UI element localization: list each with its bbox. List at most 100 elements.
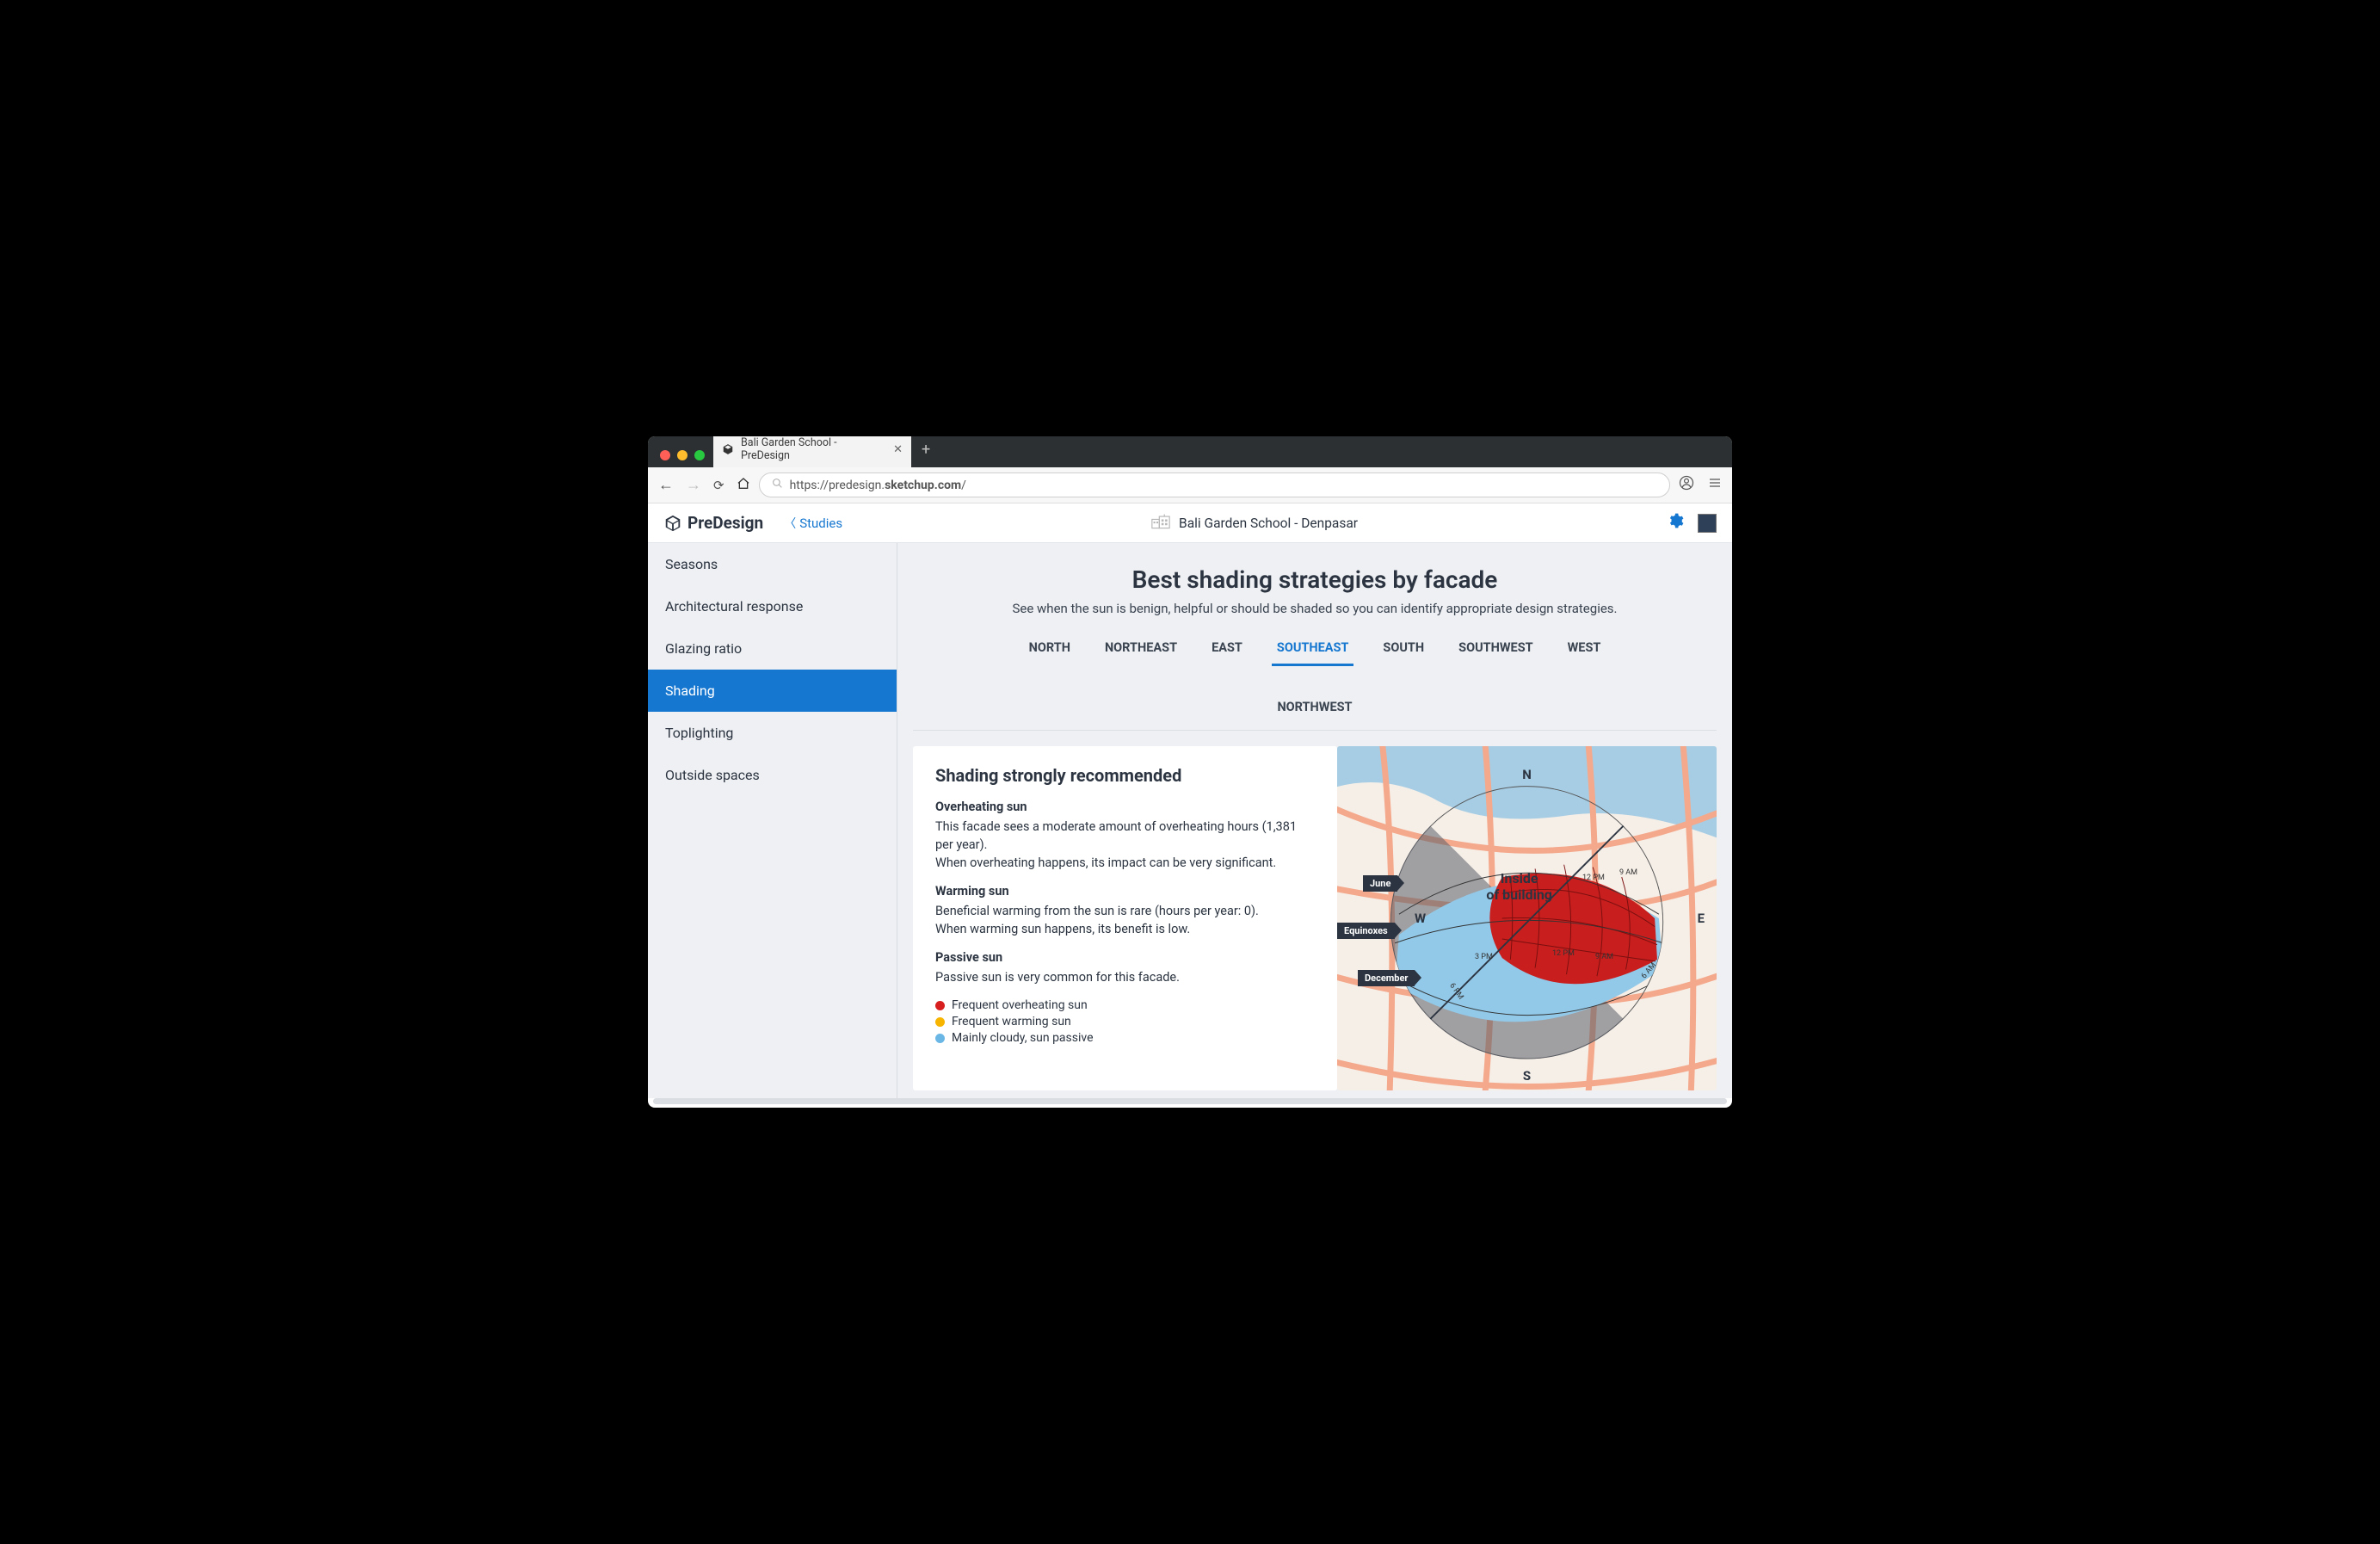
legend-label: Mainly cloudy, sun passive [952, 1031, 1094, 1045]
horizontal-scrollbar[interactable] [653, 1098, 1727, 1104]
overheating-line1: This facade sees a moderate amount of ov… [935, 818, 1315, 854]
sidebar-item-label: Seasons [665, 556, 718, 572]
sidebar-item-label: Toplighting [665, 725, 733, 741]
facade-tab-label: NORTH [1029, 640, 1070, 655]
predesign-logo-icon [663, 514, 682, 533]
section-overheating: Overheating sun This facade sees a moder… [935, 800, 1315, 872]
search-icon [772, 478, 783, 492]
sidebar-item-architectural-response[interactable]: Architectural response [648, 585, 897, 627]
app-logo[interactable]: PreDesign [663, 513, 763, 533]
new-tab-button[interactable]: + [911, 441, 940, 464]
facade-tab-northwest[interactable]: NORTHWEST [913, 700, 1717, 725]
predesign-favicon-icon [722, 443, 734, 455]
legend-item-warming: Frequent warming sun [935, 1015, 1315, 1028]
legend-dot-blue [935, 1034, 945, 1043]
forward-button[interactable]: → [686, 476, 701, 494]
back-button[interactable]: ← [658, 476, 674, 494]
passive-title: Passive sun [935, 950, 1315, 965]
sidebar-item-label: Glazing ratio [665, 640, 742, 657]
facade-tab-label: SOUTHEAST [1277, 640, 1349, 655]
legend: Frequent overheating sun Frequent warmin… [935, 998, 1315, 1045]
content-row: Shading strongly recommended Overheating… [897, 731, 1732, 1098]
passive-line1: Passive sun is very common for this faca… [935, 968, 1315, 986]
inside-of-building-label: Inside of building [1486, 870, 1552, 903]
address-bar-url: https://predesign.sketchup.com/ [790, 479, 966, 492]
browser-tab[interactable]: Bali Garden School - PreDesign ✕ [713, 436, 911, 467]
page-subtitle: See when the sun is benign, helpful or s… [915, 601, 1715, 616]
time-label: 12 PM [1582, 874, 1605, 882]
legend-item-overheating: Frequent overheating sun [935, 998, 1315, 1012]
browser-tab-strip: Bali Garden School - PreDesign ✕ + [648, 436, 1732, 467]
sidebar-item-label: Shading [665, 682, 715, 699]
gear-icon [1667, 512, 1684, 529]
section-passive: Passive sun Passive sun is very common f… [935, 950, 1315, 986]
window-close-button[interactable] [660, 450, 670, 460]
warming-title: Warming sun [935, 884, 1315, 899]
legend-label: Frequent warming sun [952, 1015, 1071, 1028]
facade-tab-north[interactable]: NORTH [1029, 640, 1070, 665]
inside-line2: of building [1486, 886, 1552, 903]
address-bar[interactable]: https://predesign.sketchup.com/ [759, 472, 1670, 497]
home-icon [737, 477, 750, 491]
window-minimize-button[interactable] [677, 450, 687, 460]
tag-equinoxes: Equinoxes [1337, 923, 1395, 939]
facade-tab-label: SOUTH [1383, 640, 1424, 655]
facade-tab-southeast[interactable]: SOUTHEAST [1277, 640, 1349, 665]
facade-tab-south[interactable]: SOUTH [1383, 640, 1424, 665]
time-label: 3 PM [1475, 953, 1493, 961]
settings-button[interactable] [1667, 512, 1684, 534]
facade-tab-label: SOUTHWEST [1458, 640, 1532, 655]
legend-dot-yellow [935, 1017, 945, 1027]
product-name: PreDesign [687, 513, 763, 533]
info-panel: Shading strongly recommended Overheating… [913, 746, 1337, 1090]
time-label: 9 AM [1619, 868, 1637, 877]
warming-line2: When warming sun happens, its benefit is… [935, 920, 1315, 938]
user-avatar[interactable] [1698, 514, 1717, 533]
facade-tab-label: NORTHEAST [1105, 640, 1177, 655]
project-name: Bali Garden School - Denpasar [853, 513, 1656, 534]
legend-dot-red [935, 1001, 945, 1010]
sidebar-item-toplighting[interactable]: Toplighting [648, 712, 897, 754]
facade-tab-label: WEST [1568, 640, 1601, 655]
page-heading: Best shading strategies by facade See wh… [897, 543, 1732, 625]
sidebar-item-outside-spaces[interactable]: Outside spaces [648, 754, 897, 796]
back-to-studies-link[interactable]: 〈 Studies [784, 515, 842, 532]
browser-tab-title: Bali Garden School - PreDesign [741, 436, 883, 462]
browser-toolbar: ← → ⟳ https://predesign.sketchup.com/ [648, 467, 1732, 503]
sidebar-item-label: Outside spaces [665, 767, 760, 783]
sidebar: Seasons Architectural response Glazing r… [648, 543, 897, 1098]
inside-line1: Inside [1501, 870, 1538, 886]
warming-line1: Beneficial warming from the sun is rare … [935, 902, 1315, 920]
reload-button[interactable]: ⟳ [713, 478, 724, 493]
sun-diagram: N S E W Inside of building June Equinoxe… [1337, 746, 1717, 1090]
toolbar-right [1679, 475, 1722, 495]
facade-tab-east[interactable]: EAST [1212, 640, 1242, 665]
compass-n: N [1522, 767, 1532, 782]
home-button[interactable] [737, 477, 750, 494]
compass-s: S [1523, 1068, 1531, 1084]
facade-tab-west[interactable]: WEST [1568, 640, 1601, 665]
compass-w: W [1415, 911, 1426, 926]
facade-tab-label: NORTHWEST [1277, 700, 1352, 714]
facade-tab-southwest[interactable]: SOUTHWEST [1458, 640, 1532, 665]
facade-tab-northeast[interactable]: NORTHEAST [1105, 640, 1177, 665]
sidebar-item-label: Architectural response [665, 598, 803, 615]
page-title: Best shading strategies by facade [915, 565, 1715, 594]
browser-window: Bali Garden School - PreDesign ✕ + ← → ⟳… [648, 436, 1732, 1108]
sidebar-item-seasons[interactable]: Seasons [648, 543, 897, 585]
panel-heading: Shading strongly recommended [935, 765, 1315, 786]
menu-icon[interactable] [1708, 476, 1722, 494]
back-link-label: Studies [799, 516, 842, 531]
nav-buttons: ← → ⟳ [658, 476, 750, 494]
header-right [1667, 512, 1717, 534]
legend-label: Frequent overheating sun [952, 998, 1088, 1012]
overheating-title: Overheating sun [935, 800, 1315, 814]
sidebar-item-shading[interactable]: Shading [648, 670, 897, 712]
window-maximize-button[interactable] [694, 450, 705, 460]
tag-december: December [1358, 970, 1415, 986]
time-label: 9 AM [1595, 953, 1613, 961]
tab-close-icon[interactable]: ✕ [893, 443, 903, 456]
app-header: PreDesign 〈 Studies Bali Garden School -… [648, 503, 1732, 543]
sidebar-item-glazing-ratio[interactable]: Glazing ratio [648, 627, 897, 670]
account-icon[interactable] [1679, 475, 1694, 495]
